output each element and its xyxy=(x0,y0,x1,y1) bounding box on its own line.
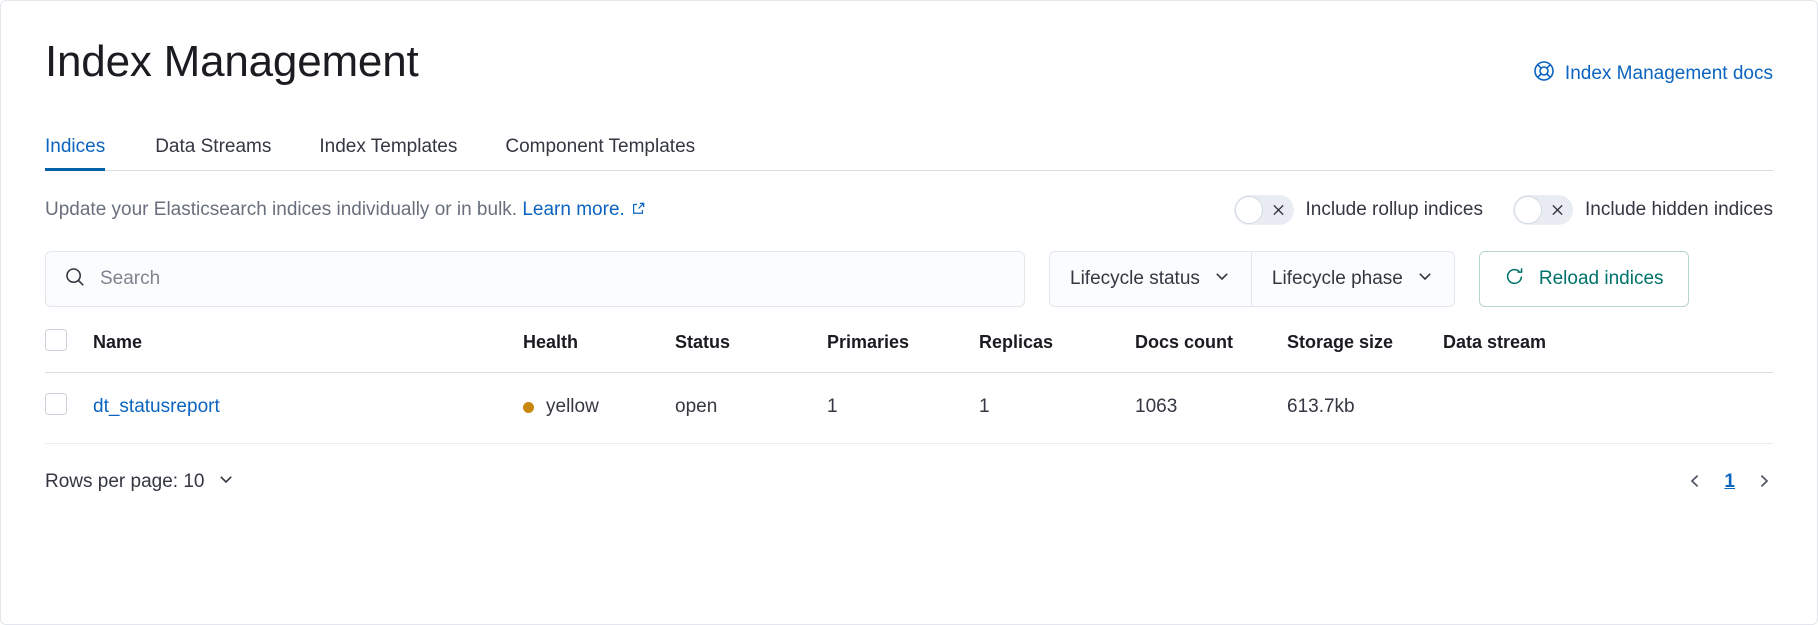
lifebuoy-icon xyxy=(1532,59,1556,89)
cell-name: dt_statusreport xyxy=(93,373,523,444)
cell-storage-size: 613.7kb xyxy=(1287,373,1443,444)
cross-icon xyxy=(1272,204,1285,217)
toggle-include-hidden-indices[interactable]: Include hidden indices xyxy=(1513,195,1773,225)
cell-replicas: 1 xyxy=(979,373,1135,444)
previous-page-button[interactable] xyxy=(1686,472,1704,493)
column-header-health[interactable]: Health xyxy=(523,329,675,373)
indices-table: Name Health Status Primaries Replicas Do… xyxy=(45,329,1773,444)
row-checkbox[interactable] xyxy=(45,393,67,415)
description-row: Update your Elasticsearch indices indivi… xyxy=(45,195,1773,225)
chevron-left-icon xyxy=(1686,472,1704,493)
filter-lifecycle-status-label: Lifecycle status xyxy=(1070,268,1200,290)
chevron-down-icon xyxy=(1213,267,1231,291)
toggle-label-rollup: Include rollup indices xyxy=(1306,199,1483,221)
tab-component-templates[interactable]: Component Templates xyxy=(481,137,719,170)
cell-status: open xyxy=(675,373,827,444)
tab-indices[interactable]: Indices xyxy=(45,137,131,170)
index-management-page: Index Management Index Management docs xyxy=(0,0,1818,625)
toggle-label-hidden: Include hidden indices xyxy=(1585,199,1773,221)
health-label: yellow xyxy=(546,396,599,418)
cell-data-stream xyxy=(1443,373,1773,444)
table-header-row: Name Health Status Primaries Replicas Do… xyxy=(45,329,1773,373)
toggle-group: Include rollup indices Include hidden in… xyxy=(1234,195,1773,225)
column-header-docs-count[interactable]: Docs count xyxy=(1135,329,1287,373)
reload-indices-button[interactable]: Reload indices xyxy=(1479,251,1689,307)
description-text: Update your Elasticsearch indices indivi… xyxy=(45,199,517,220)
table-footer: Rows per page: 10 1 xyxy=(45,470,1773,518)
filter-lifecycle-phase-label: Lifecycle phase xyxy=(1272,268,1403,290)
filter-lifecycle-phase[interactable]: Lifecycle phase xyxy=(1251,252,1454,306)
column-header-data-stream[interactable]: Data stream xyxy=(1443,329,1773,373)
search-box[interactable] xyxy=(45,251,1025,307)
pagination: 1 xyxy=(1686,471,1773,493)
cell-docs-count: 1063 xyxy=(1135,373,1287,444)
select-all-header xyxy=(45,329,93,373)
tab-bar: Indices Data Streams Index Templates Com… xyxy=(45,119,1773,171)
filter-group: Lifecycle status Lifecycle phase xyxy=(1049,251,1455,307)
cell-health: yellow xyxy=(523,373,675,444)
toggle-include-rollup-indices[interactable]: Include rollup indices xyxy=(1234,195,1483,225)
docs-link-label: Index Management docs xyxy=(1565,63,1773,85)
switch-track-rollup[interactable] xyxy=(1234,195,1294,225)
refresh-icon xyxy=(1504,266,1525,293)
rows-per-page-label: Rows per page: 10 xyxy=(45,471,205,493)
external-link-icon xyxy=(631,200,646,222)
column-header-name[interactable]: Name xyxy=(93,329,523,373)
controls-row: Lifecycle status Lifecycle phase xyxy=(45,251,1773,307)
index-management-docs-link[interactable]: Index Management docs xyxy=(1532,59,1773,89)
select-all-checkbox[interactable] xyxy=(45,329,67,351)
search-input[interactable] xyxy=(100,268,1006,290)
next-page-button[interactable] xyxy=(1755,472,1773,493)
health-status-dot xyxy=(523,402,534,413)
chevron-down-icon xyxy=(217,470,235,494)
page-description: Update your Elasticsearch indices indivi… xyxy=(45,199,646,222)
reload-indices-label: Reload indices xyxy=(1539,268,1664,290)
cell-primaries: 1 xyxy=(827,373,979,444)
search-icon xyxy=(64,266,86,293)
column-header-primaries[interactable]: Primaries xyxy=(827,329,979,373)
learn-more-link[interactable]: Learn more. xyxy=(522,199,645,220)
tab-index-templates[interactable]: Index Templates xyxy=(295,137,481,170)
switch-track-hidden[interactable] xyxy=(1513,195,1573,225)
chevron-right-icon xyxy=(1755,472,1773,493)
column-header-status[interactable]: Status xyxy=(675,329,827,373)
switch-knob-hidden xyxy=(1514,196,1542,224)
filter-lifecycle-status[interactable]: Lifecycle status xyxy=(1050,252,1251,306)
rows-per-page-selector[interactable]: Rows per page: 10 xyxy=(45,470,235,494)
learn-more-label: Learn more. xyxy=(522,199,624,220)
index-name-link[interactable]: dt_statusreport xyxy=(93,396,220,417)
switch-knob-rollup xyxy=(1235,196,1263,224)
column-header-storage-size[interactable]: Storage size xyxy=(1287,329,1443,373)
page-title: Index Management xyxy=(45,37,419,88)
column-header-replicas[interactable]: Replicas xyxy=(979,329,1135,373)
page-number-1[interactable]: 1 xyxy=(1724,471,1735,493)
table-row: dt_statusreport yellow open 1 1 1063 6 xyxy=(45,373,1773,444)
row-select-cell xyxy=(45,373,93,444)
tab-data-streams[interactable]: Data Streams xyxy=(131,137,295,170)
page-header: Index Management Index Management docs xyxy=(45,1,1773,89)
chevron-down-icon xyxy=(1416,267,1434,291)
cross-icon xyxy=(1551,204,1564,217)
